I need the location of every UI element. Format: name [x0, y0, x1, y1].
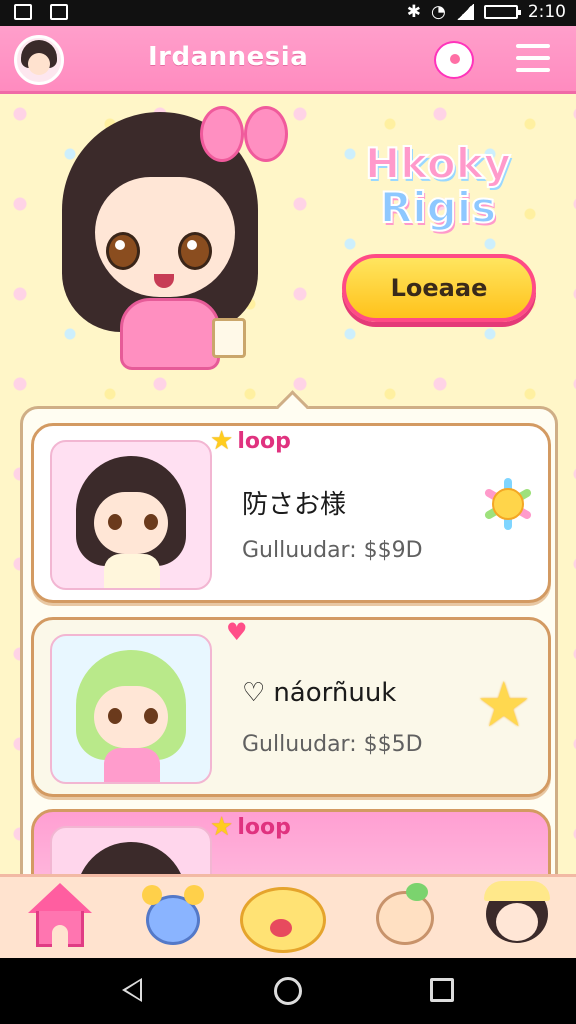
product-card[interactable]: ♥ ♡ náorñuuk Gulluudar: $$5D ★ [31, 617, 551, 797]
back-icon[interactable] [122, 978, 142, 1002]
star-face-icon[interactable]: ★ [476, 668, 532, 741]
user-avatar[interactable] [14, 35, 64, 85]
sun-flower-icon[interactable] [482, 478, 534, 530]
wifi-icon: ◔ [430, 2, 446, 22]
heart-outline-icon: ♡ [242, 678, 266, 708]
home-icon[interactable] [24, 881, 94, 957]
hero-character-illustration [40, 102, 290, 392]
clock: 2:10 [527, 2, 566, 22]
status-bar: ✱ ◔ 2:10 [0, 0, 576, 26]
cup-icon [212, 318, 246, 358]
character-thumbnail [50, 634, 212, 784]
girl-avatar-icon[interactable] [480, 881, 554, 957]
image-icon [50, 4, 68, 20]
star-icon: ★ [210, 812, 234, 842]
notification-icon [14, 4, 32, 20]
battery-icon [483, 5, 521, 19]
heart-icon: ♥ [226, 618, 248, 646]
bluetooth-icon: ✱ [406, 2, 421, 22]
hamburger-menu-icon[interactable] [516, 44, 550, 76]
primary-cta-button[interactable]: Loeaae [342, 254, 536, 322]
card-list-panel: ★ loop 防さお様 Gulluudar: $$9D ♥ ♡ náorñuuk… [20, 406, 558, 874]
character-thumbnail [50, 440, 212, 590]
main-content: Hkoky Rigis Loeaae ★ loop 防さお様 Gulluudar… [0, 94, 576, 874]
card-title: ♡ náorñuuk [242, 678, 397, 708]
yellow-bear-icon[interactable] [236, 881, 332, 957]
home-circle-icon[interactable] [274, 977, 302, 1005]
dog-icon[interactable] [370, 881, 440, 957]
character-thumbnail [50, 826, 212, 874]
brand-logo: Hkoky Rigis [364, 139, 512, 233]
product-card[interactable]: ★ loop [31, 809, 551, 874]
recents-icon[interactable] [430, 978, 454, 1002]
app-title: Irdannesia [148, 42, 309, 72]
app-header: Irdannesia [0, 26, 576, 94]
card-price: Gulluudar: $$5D [242, 732, 423, 757]
card-title: 防さお様 [242, 490, 347, 520]
star-icon: ★ [210, 426, 234, 456]
card-tag: ★ loop [210, 426, 291, 456]
signal-icon [455, 4, 474, 20]
system-navigation-bar [0, 958, 576, 1024]
bottom-navigation [0, 874, 576, 958]
blue-bear-icon[interactable] [138, 881, 208, 957]
card-price: Gulluudar: $$9D [242, 538, 423, 563]
bow-icon [200, 102, 288, 164]
product-card[interactable]: ★ loop 防さお様 Gulluudar: $$9D [31, 423, 551, 603]
card-tag: ★ loop [210, 812, 291, 842]
chat-bubble-icon[interactable] [434, 41, 474, 79]
